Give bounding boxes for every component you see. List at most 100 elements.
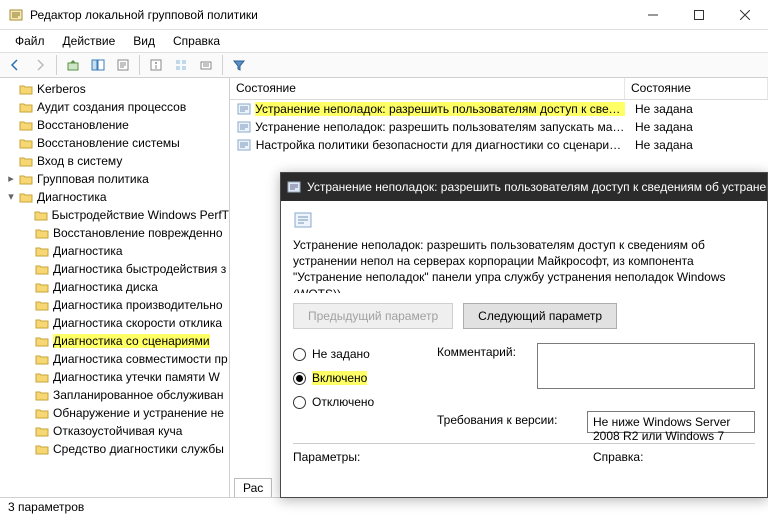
dialog-titlebar[interactable]: Устранение неполадок: разрешить пользова… (281, 173, 767, 201)
radio-not-configured[interactable]: Не задано (293, 347, 413, 361)
tree-panel[interactable]: Kerberos Аудит создания процессов Восстано… (0, 78, 230, 497)
comment-input[interactable] (537, 343, 755, 389)
folder-icon (33, 208, 48, 222)
list-item-name: Устранение неполадок: разрешить пользова… (255, 102, 625, 116)
tree-item[interactable]: Диагностика производительно (0, 296, 229, 314)
menu-file[interactable]: Файл (6, 32, 54, 50)
policy-page-icon (293, 211, 313, 231)
list-row[interactable]: Устранение неполадок: разрешить пользова… (230, 100, 768, 118)
list-row[interactable]: Устранение неполадок: разрешить пользова… (230, 118, 768, 136)
minimize-button[interactable] (630, 0, 676, 29)
tree-label: Диагностика производительно (53, 298, 223, 312)
tree-item[interactable]: Диагностика (0, 242, 229, 260)
tree-label: Запланированное обслуживан (53, 388, 223, 402)
folder-icon (18, 190, 34, 204)
small-icons-button[interactable] (170, 54, 192, 76)
tree-label: Восстановление (37, 118, 129, 132)
forward-button[interactable] (29, 54, 51, 76)
list-item-name: Устранение неполадок: разрешить пользова… (255, 120, 625, 134)
next-setting-button[interactable]: Следующий параметр (463, 303, 617, 329)
tree-item[interactable]: Диагностика скорости отклика (0, 314, 229, 332)
expand-icon[interactable]: ▾ (4, 190, 18, 204)
list-item-name: Настройка политики безопасности для диаг… (256, 138, 625, 152)
tree-label: Диагностика диска (53, 280, 158, 294)
tree-item[interactable]: Средство диагностики службы (0, 440, 229, 458)
list-row[interactable]: Настройка политики безопасности для диаг… (230, 136, 768, 154)
tree-item[interactable]: Kerberos (0, 80, 229, 98)
menu-help[interactable]: Справка (164, 32, 229, 50)
tree-item[interactable]: Восстановление (0, 116, 229, 134)
properties-button[interactable] (145, 54, 167, 76)
tree-item[interactable]: Быстродействие Windows PerfT (0, 206, 229, 224)
export-list-button[interactable] (112, 54, 134, 76)
radio-enabled[interactable]: Включено (293, 371, 413, 385)
requirements-field: Не ниже Windows Server 2008 R2 или Windo… (587, 411, 755, 433)
tree-label: Диагностика (53, 244, 123, 258)
tree-label: Восстановление поврежденно (53, 226, 223, 240)
folder-icon (18, 154, 34, 168)
folder-icon (34, 244, 50, 258)
list-header: Состояние Состояние (230, 78, 768, 100)
toolbar (0, 52, 768, 78)
tree-label: Обнаружение и устранение не (53, 406, 224, 420)
tree-label: Средство диагностики службы (53, 442, 224, 456)
tree-label: Аудит создания процессов (37, 100, 186, 114)
tree-item[interactable]: Обнаружение и устранение не (0, 404, 229, 422)
tree-item[interactable]: Диагностика диска (0, 278, 229, 296)
folder-icon (18, 136, 34, 150)
tab-extended[interactable]: Рас (234, 478, 272, 497)
close-button[interactable] (722, 0, 768, 29)
tree-label: Быстродействие Windows PerfT (52, 208, 229, 222)
menu-view[interactable]: Вид (124, 32, 164, 50)
folder-icon (34, 424, 50, 438)
requirements-label: Требования к версии: (437, 411, 577, 427)
tree-item[interactable]: ▸Групповая политика (0, 170, 229, 188)
column-name[interactable]: Состояние (230, 78, 625, 99)
tree-label: Восстановление системы (37, 136, 180, 150)
filter-button[interactable] (228, 54, 250, 76)
list-item-state: Не задана (625, 120, 768, 134)
up-button[interactable] (62, 54, 84, 76)
tree-item[interactable]: Диагностика совместимости пр (0, 350, 229, 368)
list-body[interactable]: Устранение неполадок: разрешить пользова… (230, 100, 768, 154)
maximize-button[interactable] (676, 0, 722, 29)
folder-icon (18, 118, 34, 132)
folder-icon (34, 226, 50, 240)
folder-icon (34, 262, 50, 276)
list-item-state: Не задана (625, 138, 768, 152)
tree-item[interactable]: Диагностика быстродействия з (0, 260, 229, 278)
titlebar: Редактор локальной групповой политики (0, 0, 768, 30)
policy-description: Устранение неполадок: разрешить пользова… (293, 237, 755, 293)
folder-icon (34, 280, 50, 294)
folder-icon (34, 370, 50, 384)
folder-icon (18, 172, 34, 186)
tree-item[interactable]: ▾Диагностика (0, 188, 229, 206)
tree-item[interactable]: Восстановление системы (0, 134, 229, 152)
tree-item[interactable]: Аудит создания процессов (0, 98, 229, 116)
tree-label: Вход в систему (37, 154, 122, 168)
tree-item[interactable]: Вход в систему (0, 152, 229, 170)
expand-icon[interactable]: ▸ (4, 172, 18, 186)
back-button[interactable] (4, 54, 26, 76)
help-label: Справка: (593, 450, 643, 464)
show-hide-tree-button[interactable] (87, 54, 109, 76)
app-icon (8, 7, 24, 23)
tree-item[interactable]: Восстановление поврежденно (0, 224, 229, 242)
policy-item-icon (236, 119, 251, 135)
prev-setting-button: Предыдущий параметр (293, 303, 453, 329)
tree-item[interactable]: Отказоустойчивая куча (0, 422, 229, 440)
column-state[interactable]: Состояние (625, 78, 768, 99)
tree-item[interactable]: Диагностика утечки памяти W (0, 368, 229, 386)
menu-action[interactable]: Действие (54, 32, 125, 50)
folder-icon (34, 298, 50, 312)
window-controls (630, 0, 768, 29)
refresh-button[interactable] (195, 54, 217, 76)
tree-label: Диагностика со сценариями (53, 334, 210, 348)
folder-icon (18, 100, 34, 114)
policy-dialog: Устранение неполадок: разрешить пользова… (280, 172, 768, 498)
folder-icon (34, 334, 50, 348)
menubar: Файл Действие Вид Справка (0, 30, 768, 52)
tree-item[interactable]: Диагностика со сценариями (0, 332, 229, 350)
tree-item[interactable]: Запланированное обслуживан (0, 386, 229, 404)
radio-disabled[interactable]: Отключено (293, 395, 413, 409)
